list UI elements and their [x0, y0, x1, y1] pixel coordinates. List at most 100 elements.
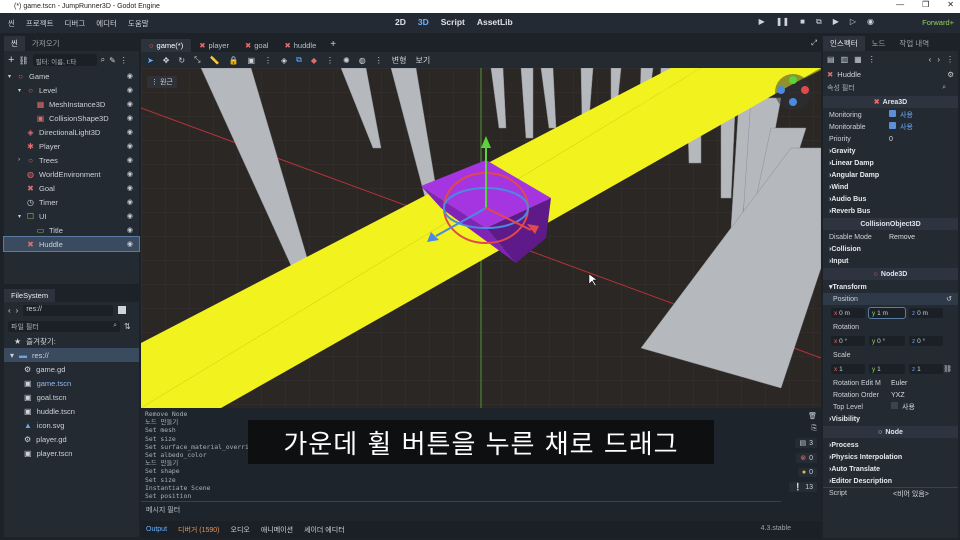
inspector-section[interactable]: › Input [823, 255, 958, 267]
more-icon[interactable]: ⋮ [326, 56, 334, 65]
rotate-tool-icon[interactable]: ↻ [178, 56, 185, 65]
scene-tree-item[interactable]: ▾ ○ Level ◉ [4, 83, 139, 97]
renderer-selector[interactable]: Forward+ [922, 18, 954, 27]
scene-tree-item[interactable]: ▾ ○ Game ◉ [4, 69, 139, 83]
view-orientation-gizmo[interactable] [775, 74, 811, 110]
scene-tree-item[interactable]: ▭ Title ◉ [4, 223, 139, 237]
script-icon[interactable]: ✎ [109, 56, 116, 65]
file-item[interactable]: ⚙ player.gd [4, 432, 139, 446]
load-resource-icon[interactable]: ▥ [841, 55, 849, 64]
add-scene-icon[interactable]: + [324, 37, 342, 52]
pause-icon[interactable]: ❚❚ [776, 17, 789, 27]
visibility-eye-icon[interactable]: ◉ [127, 86, 133, 94]
scene-tab[interactable]: ✖ player [191, 39, 237, 52]
position-x-field[interactable]: x 0 m [831, 308, 865, 318]
scene-tree-item[interactable]: ▣ CollisionShape3D ◉ [4, 111, 139, 125]
scene-tree-item[interactable]: ✱ Player ◉ [4, 139, 139, 153]
scene-tree-item[interactable]: ◷ Timer ◉ [4, 195, 139, 209]
position-y-field[interactable]: y 1 m [868, 307, 906, 319]
visibility-eye-icon[interactable]: ◉ [127, 184, 133, 192]
visibility-eye-icon[interactable]: ◉ [127, 198, 133, 206]
favorites-row[interactable]: ★ 즐겨찾기: [4, 334, 139, 348]
visibility-eye-icon[interactable]: ◉ [127, 100, 133, 108]
file-item[interactable]: ▲ icon.svg [4, 418, 139, 432]
bottom-tab[interactable]: 디버거 (1590) [178, 525, 220, 535]
priority-spinbox[interactable]: 0 [889, 136, 893, 143]
more-icon[interactable]: ⋮ [868, 55, 876, 64]
file-item[interactable]: ▣ huddle.tscn [4, 404, 139, 418]
back-icon[interactable]: ‹ [8, 306, 11, 315]
play-icon[interactable]: ▶ [759, 17, 765, 27]
rotation-order-select[interactable]: YXZ [891, 392, 905, 399]
tab-inspector[interactable]: 인스펙터 [823, 36, 865, 51]
chevron-icon[interactable]: › [18, 157, 26, 163]
section-visibility[interactable]: › Visibility [823, 413, 958, 425]
scale-tool-icon[interactable]: ⤡ [194, 55, 200, 65]
inspector-section[interactable]: › Audio Bus [823, 193, 958, 205]
inspector-section[interactable]: › Linear Damp [823, 157, 958, 169]
visibility-eye-icon[interactable]: ◉ [127, 170, 133, 178]
scene-tree-item[interactable]: ✖ Huddle ◉ [3, 236, 140, 252]
position-z-field[interactable]: z 0 m [909, 308, 943, 318]
visibility-eye-icon[interactable]: ◉ [127, 156, 133, 164]
scene-tree-item[interactable]: ◍ WorldEnvironment ◉ [4, 167, 139, 181]
scene-tree-item[interactable]: ✖ Goal ◉ [4, 181, 139, 195]
history-forward-icon[interactable]: › [937, 55, 940, 64]
sun-preview-icon[interactable]: ✺ [343, 56, 350, 65]
file-item[interactable]: ⚙ game.gd [4, 362, 139, 376]
chevron-icon[interactable]: ▾ [8, 73, 16, 80]
lock-icon[interactable]: 🔒 [228, 56, 238, 65]
more-icon[interactable]: ⋮ [264, 56, 272, 65]
property-filter-input[interactable]: 속성 필터 ⌕ [823, 81, 958, 95]
distraction-free-icon[interactable]: ⤢ [811, 38, 817, 48]
clear-log-icon[interactable]: 🗑 [808, 412, 817, 420]
res-root-row[interactable]: ▾ ▬ res:// [4, 348, 139, 362]
message-count[interactable]: ❕ 13 [789, 482, 817, 492]
object-selector[interactable]: ✖ Huddle ⚙ [823, 67, 958, 81]
inspector-section[interactable]: › Angular Damp [823, 169, 958, 181]
mode-button[interactable]: 2D [395, 17, 406, 27]
revert-icon[interactable]: ↺ [946, 295, 952, 303]
link-icon[interactable]: ⛓ [943, 365, 952, 373]
visibility-eye-icon[interactable]: ◉ [127, 226, 133, 234]
message-filter-input[interactable]: 메시지 필터 [141, 501, 781, 515]
ruler-tool-icon[interactable]: 📏 [210, 56, 220, 65]
environment-preview-icon[interactable]: ◍ [359, 56, 366, 65]
rotation-y-field[interactable]: y 0 ° [869, 336, 905, 346]
fs-path-input[interactable]: res:// [23, 304, 114, 316]
rotation-edit-select[interactable]: Euler [891, 380, 907, 387]
scene-tree-item[interactable]: ▦ MeshInstance3D ◉ [4, 97, 139, 111]
scale-z-field[interactable]: z 1 [909, 364, 943, 374]
remote-debug-icon[interactable]: ⧉ [816, 17, 822, 27]
split-view-icon[interactable] [118, 306, 127, 314]
stop-icon[interactable]: ■ [800, 17, 805, 27]
bottom-tab[interactable]: 애니메이션 [261, 525, 293, 535]
scene-tab[interactable]: ✖ huddle [276, 39, 324, 52]
transform-menu[interactable]: 변형 [392, 55, 407, 66]
move-tool-icon[interactable]: ✥ [163, 56, 170, 65]
group-icon[interactable]: ▣ [247, 56, 255, 65]
rotation-z-field[interactable]: z 0 ° [909, 336, 943, 346]
scene-filter-input[interactable]: 필터: 이름, t:타 [32, 54, 97, 66]
play-custom-scene-icon[interactable]: ▷ [850, 17, 856, 27]
tab-scene[interactable]: 씬 [4, 36, 25, 51]
rotation-x-field[interactable]: x 0 ° [831, 336, 865, 346]
more-icon[interactable]: ⋮ [375, 56, 383, 65]
scene-tree-item[interactable]: › ○ Trees ◉ [4, 153, 139, 167]
warning-count[interactable]: ● 0 [797, 468, 817, 477]
camera-preview-icon[interactable]: ◆ [311, 56, 317, 65]
tab-filesystem[interactable]: FileSystem [4, 289, 56, 302]
close-icon[interactable]: ✕ [947, 0, 954, 9]
3d-viewport[interactable]: ⋮ 원근 [141, 68, 821, 408]
mode-button[interactable]: 3D [418, 17, 429, 27]
mode-button[interactable]: Script [441, 17, 465, 27]
menu-item[interactable]: 씬 [8, 18, 15, 29]
link-icon[interactable]: ⛓ [18, 56, 28, 65]
inspector-section[interactable]: › Reverb Bus [823, 205, 958, 217]
monitorable-checkbox[interactable]: 사용 [889, 122, 913, 132]
visibility-eye-icon[interactable]: ◉ [127, 128, 133, 136]
history-menu-icon[interactable]: ⋮ [946, 55, 954, 64]
tab-node[interactable]: 노드 [865, 36, 893, 51]
log-count[interactable]: ▤ 3 [795, 438, 817, 448]
add-node-icon[interactable]: + [8, 54, 14, 66]
